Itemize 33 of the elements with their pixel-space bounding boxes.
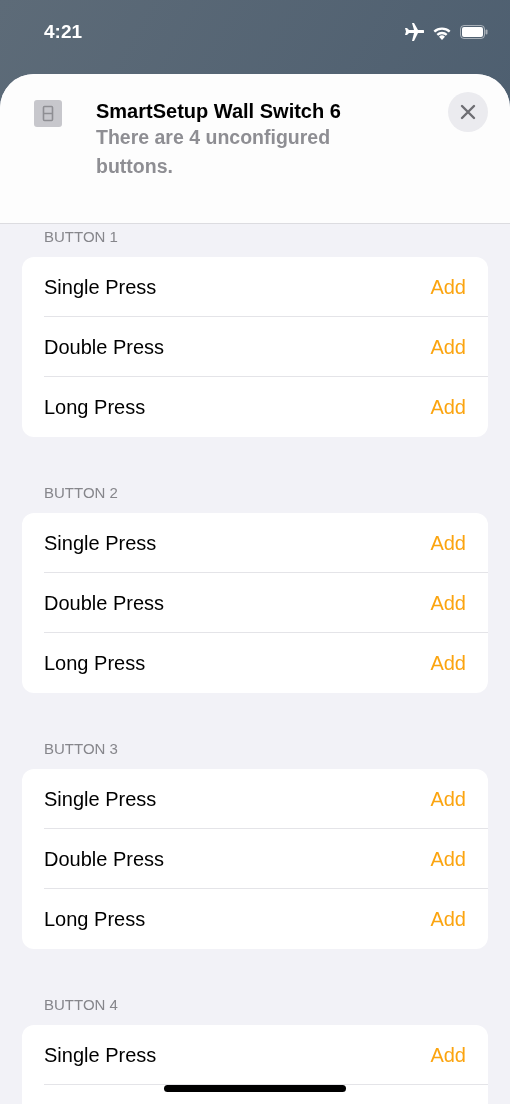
add-button[interactable]: Add	[430, 1039, 466, 1070]
section-header: BUTTON 4	[43, 996, 119, 1014]
switch-icon	[34, 100, 62, 127]
section-header: BUTTON 2	[43, 484, 119, 502]
row-label: Single Press	[44, 1042, 157, 1068]
row-label: Single Press	[44, 786, 157, 812]
add-button[interactable]: Add	[430, 331, 466, 362]
section-header: BUTTON 3	[43, 740, 119, 758]
add-button[interactable]: Add	[430, 783, 466, 814]
airplane-icon	[404, 23, 424, 41]
status-time: 4:21	[44, 22, 83, 44]
add-button[interactable]: Add	[430, 392, 466, 422]
battery-icon	[460, 25, 488, 39]
close-button[interactable]	[448, 92, 488, 132]
wifi-icon	[432, 24, 452, 40]
add-button[interactable]: Add	[430, 648, 466, 678]
row-label: Double Press	[44, 590, 165, 616]
row-label: Double Press	[44, 846, 165, 872]
add-button[interactable]: Add	[430, 904, 466, 934]
row-label: Long Press	[44, 907, 146, 932]
row-label: Single Press	[44, 530, 157, 556]
row-label: Long Press	[44, 395, 146, 420]
row-label: Single Press	[44, 274, 157, 300]
sheet-title: SmartSetup Wall Switch 6	[96, 99, 342, 123]
section-header: BUTTON 1	[43, 228, 119, 246]
add-button[interactable]: Add	[430, 843, 466, 874]
add-button[interactable]: Add	[430, 271, 466, 302]
add-button[interactable]: Add	[430, 587, 466, 618]
add-button[interactable]: Add	[430, 527, 466, 558]
close-icon	[460, 104, 476, 120]
sheet-subtitle: There are 4 unconfigured buttons.	[96, 125, 332, 179]
row-label: Long Press	[44, 651, 146, 676]
row-label: Double Press	[44, 334, 165, 360]
